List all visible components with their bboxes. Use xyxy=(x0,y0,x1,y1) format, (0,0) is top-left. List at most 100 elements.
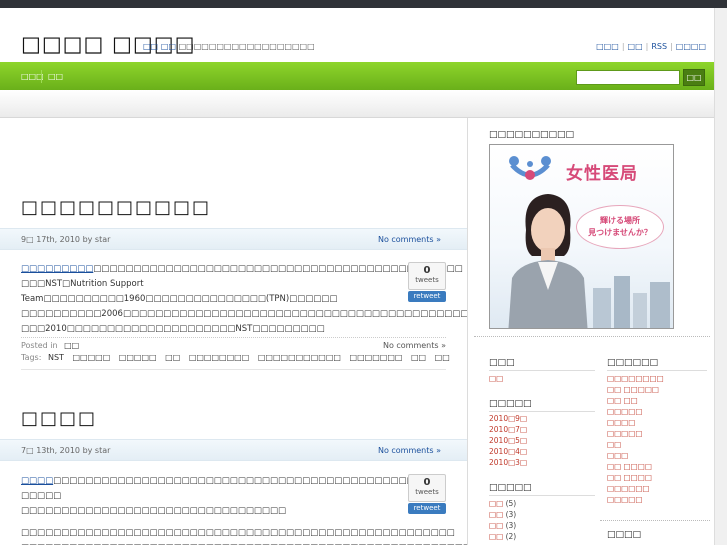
blogroll-link[interactable]: □□□□□□ xyxy=(607,484,650,493)
list-item: □□ xyxy=(489,373,503,384)
blogroll-link[interactable]: □□□□□□□□ xyxy=(607,374,664,383)
tag-link[interactable]: □□□□□□□□□□□ xyxy=(258,353,341,362)
post-title[interactable]: □□□□□□□□□□ xyxy=(21,197,211,218)
list-item-count: (3) xyxy=(505,510,517,519)
widget-list: □□ xyxy=(489,373,503,384)
retweet-button[interactable]: retweet xyxy=(408,503,446,514)
blogroll-link[interactable]: □□□□□ xyxy=(607,407,642,416)
site-description: □□ □□ □□□□□□□□□□□□□□□□□□ xyxy=(143,42,315,51)
tweet-counter: 0 tweets xyxy=(408,262,446,290)
widget-heading-categories: □□□ xyxy=(489,358,515,368)
ad-speech-bubble: 輝ける場所 見つけませんか？ xyxy=(576,205,664,249)
post-comments-link[interactable]: No comments » xyxy=(378,235,441,244)
tag-link[interactable]: □□□□□ xyxy=(72,353,110,362)
list-item: □□ □□ xyxy=(607,395,664,406)
blogroll-link[interactable]: □□□ xyxy=(607,451,628,460)
site-header: □□□□ □□□□ □□ □□ □□□□□□□□□□□□□□□□□□ □□□ | □… xyxy=(0,8,714,62)
archive-link[interactable]: 2010□4□ xyxy=(489,447,527,456)
tags-label: Tags: xyxy=(21,353,42,362)
toplink-separator: | xyxy=(670,42,673,51)
nav-separator xyxy=(41,70,42,83)
list-item-link[interactable]: □□ xyxy=(489,374,503,383)
post-divider xyxy=(21,369,446,370)
post-inline-link[interactable]: □□□□□□□□□ xyxy=(21,264,93,274)
widget-underline xyxy=(489,411,595,412)
blogroll-link[interactable]: □□□□□ xyxy=(607,495,642,504)
tag-link[interactable]: □□□□□ xyxy=(119,353,157,362)
blogroll-link[interactable]: □□ □□ xyxy=(607,396,638,405)
post-comments-link[interactable]: No comments » xyxy=(378,446,441,455)
toplink-home[interactable]: □□□ xyxy=(596,42,619,51)
post-text: □□□□□□□□□□□□□□□□□□□□□□□□□□□□□□□□□□□□□□□□… xyxy=(21,476,431,501)
list-item: □□□ xyxy=(607,450,664,461)
ad-brand: 女性医局 xyxy=(566,164,638,184)
post-paragraph-line: □□□NST□Nutrition Support Team□□□□□□□□□□1… xyxy=(21,279,338,304)
post-date: 7□ 13th, 2010 by star xyxy=(21,446,111,455)
archive-link[interactable]: 2010□9□ xyxy=(489,414,527,423)
list-item: 2010□7□ xyxy=(489,424,527,435)
list-item: □□□□□ xyxy=(607,406,664,417)
search-input[interactable] xyxy=(576,70,680,85)
blogroll-link[interactable]: □□ □□□□ xyxy=(607,462,652,471)
archive-link[interactable]: 2010□7□ xyxy=(489,425,527,434)
post-paragraph-line: □□□2010□□□□□□□□□□□□□□□□□□□□□NST□□□□□□□□□ xyxy=(21,324,325,334)
site-description-link[interactable]: □□ □□ xyxy=(143,42,176,51)
search-button[interactable]: □□ xyxy=(683,69,705,86)
list-item: □□□□□ xyxy=(607,494,664,505)
site-description-text: □□□□□□□□□□□□□□□□□□ xyxy=(178,42,315,51)
tag-link[interactable]: □□□□□□□□ xyxy=(189,353,249,362)
ad-banner[interactable]: 女性医局 輝ける場所 見つけませんか？ xyxy=(489,144,674,329)
archive-link[interactable]: 2010□5□ xyxy=(489,436,527,445)
widget-list: □□□□□□□□ □□ □□□□□ □□ □□ □□□□□ □□□□ □□□□□… xyxy=(607,373,664,505)
tag-link[interactable]: □□ xyxy=(165,353,180,362)
tweet-counter: 0 tweets xyxy=(408,474,446,502)
blogroll-link[interactable]: □□□□□ xyxy=(607,429,642,438)
toplink-other[interactable]: □□□□ xyxy=(676,42,706,51)
woman-photo-icon xyxy=(508,194,588,328)
toplink-rss[interactable]: RSS xyxy=(651,42,667,51)
post-paragraph-line: □□□□□□□□□□□□□□□□□□□□□□□□□□□□□□□□□□□□□□□□… xyxy=(21,541,471,545)
post-title[interactable]: □□□□ xyxy=(21,408,97,429)
list-item-link[interactable]: □□ xyxy=(489,499,503,508)
toplink-separator: | xyxy=(621,42,625,51)
tag-link[interactable]: □□ xyxy=(411,353,426,362)
tweet-count: 0 xyxy=(423,265,431,276)
blogroll-link[interactable]: □□ □□□□□ xyxy=(607,385,659,394)
widget-heading-archives: □□□□□ xyxy=(489,399,532,409)
tag-link[interactable]: □□□□□□□ xyxy=(350,353,403,362)
list-item: □□ □□□□□ xyxy=(607,384,664,395)
tag-link[interactable]: □□ xyxy=(435,353,450,362)
toplink-about[interactable]: □□ xyxy=(628,42,643,51)
list-item: □□ (2) xyxy=(489,531,516,542)
post-meta-bar: 9□ 17th, 2010 by star No comments » xyxy=(0,228,467,250)
list-item-link[interactable]: □□ xyxy=(489,521,503,530)
sidebar-divider xyxy=(474,336,710,337)
top-links: □□□ | □□ | RSS | □□□□ xyxy=(596,42,706,51)
post-category-link[interactable]: □□ xyxy=(64,341,79,350)
widget-underline xyxy=(489,370,595,371)
list-item: □□□□ xyxy=(607,417,664,428)
list-item: □□□□□□□□ xyxy=(607,373,664,384)
footer-comments-link[interactable]: No comments » xyxy=(383,341,446,350)
nav-item-about[interactable]: □□ xyxy=(48,72,63,81)
blogroll-link[interactable]: □□ xyxy=(607,440,621,449)
tag-link[interactable]: NST xyxy=(48,353,64,362)
post-tags: Tags: NST □□□□□ □□□□□ □□ □□□□□□□□ □□□□□□… xyxy=(21,353,450,362)
tweet-count: 0 xyxy=(423,477,431,488)
archive-link[interactable]: 2010□3□ xyxy=(489,458,527,467)
list-item: 2010□3□ xyxy=(489,457,527,468)
blogroll-link[interactable]: □□ □□□□ xyxy=(607,473,652,482)
tweet-label: tweets xyxy=(415,488,439,496)
list-item-link[interactable]: □□ xyxy=(489,510,503,519)
blogroll-link[interactable]: □□□□ xyxy=(607,418,635,427)
list-item: □□ xyxy=(607,439,664,450)
tweet-label: tweets xyxy=(415,276,439,284)
list-item: □□□□□□ xyxy=(607,483,664,494)
list-item: 2010□9□ xyxy=(489,413,527,424)
post-paragraph-line: □□□□□□□□□□2006□□□□□□□□□□□□□□□□□□□□□□□□□□… xyxy=(21,309,477,319)
retweet-button[interactable]: retweet xyxy=(408,291,446,302)
vertical-scrollbar[interactable] xyxy=(714,8,727,545)
post-inline-link[interactable]: □□□□ xyxy=(21,476,53,486)
sub-header-bar xyxy=(0,90,714,118)
list-item-link[interactable]: □□ xyxy=(489,532,503,541)
